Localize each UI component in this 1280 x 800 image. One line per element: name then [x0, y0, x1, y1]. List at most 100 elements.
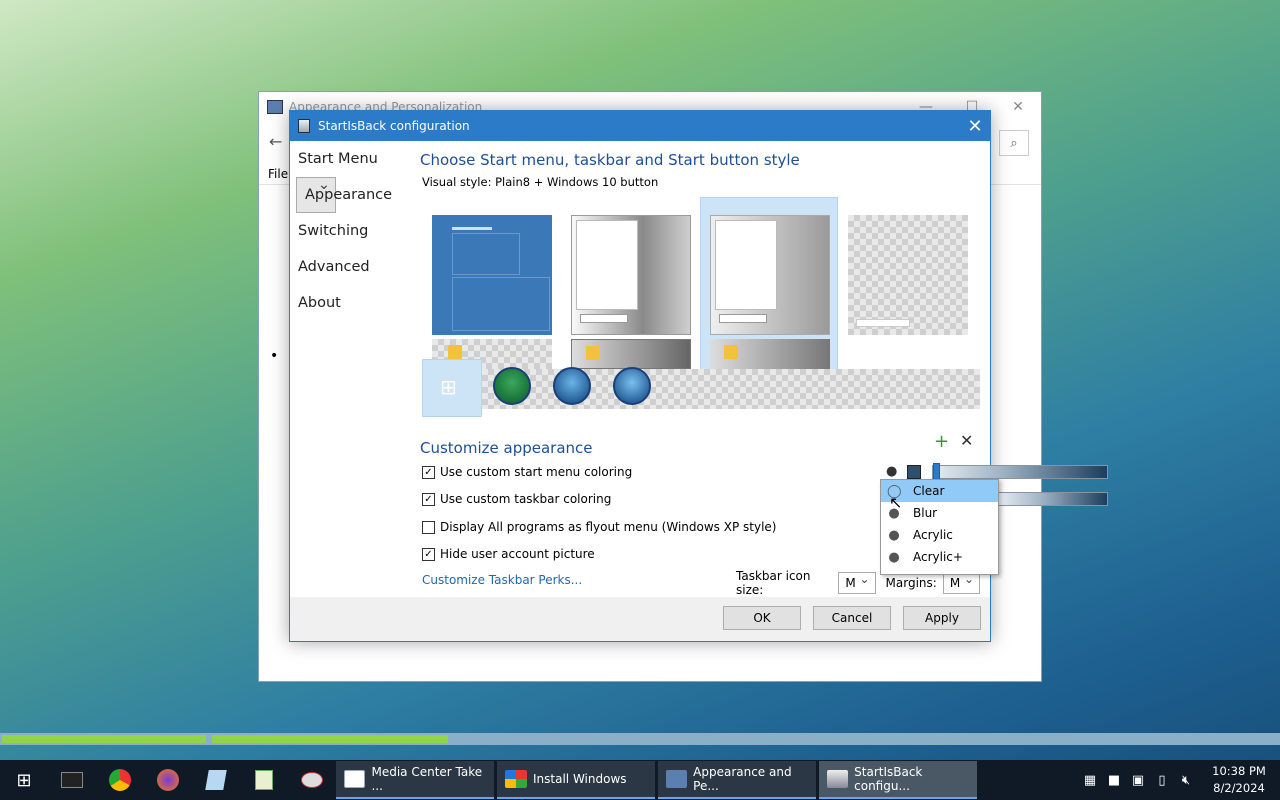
taskbar-icon-size-label: Taskbar icon size: [736, 569, 811, 597]
control-panel-icon [666, 770, 688, 788]
checkbox-label: Use custom taskbar coloring [440, 492, 612, 506]
tray-display-icon[interactable]: ▣ [1126, 773, 1150, 788]
sidebar-item-appearance[interactable]: Appearance [296, 177, 392, 213]
folder-icon [448, 345, 462, 359]
checkbox-flyout-menu[interactable]: Display All programs as flyout menu (Win… [422, 520, 776, 534]
customize-heading: Customize appearance [420, 439, 593, 457]
task-label: Media Center Take ... [371, 765, 483, 793]
cancel-button[interactable]: Cancel [813, 606, 891, 630]
task-appearance[interactable]: Appearance and Pe... [658, 761, 816, 799]
checkbox-custom-start-coloring[interactable]: ✓ Use custom start menu coloring [422, 465, 632, 479]
taskbar: ⊞ Media Center Take ... Install Windows … [0, 760, 1280, 800]
tray-app-icon[interactable]: ▦ [1078, 773, 1102, 788]
apply-button[interactable]: Apply [903, 606, 981, 630]
sidebar-item-advanced[interactable]: Advanced [290, 249, 414, 285]
back-arrow-icon[interactable]: ← [269, 132, 282, 151]
checkbox-box[interactable] [422, 520, 435, 534]
progress-segment [2, 735, 206, 743]
checkbox-box[interactable]: ✓ [422, 492, 435, 506]
windows10-button-icon[interactable]: ⊞ [440, 377, 462, 399]
visual-style-label: Visual style: Plain8 + Windows 10 button [422, 175, 659, 189]
option-label: Acrylic+ [913, 550, 963, 564]
chrome-icon[interactable] [96, 760, 144, 800]
margins-select[interactable]: M [942, 572, 980, 594]
dialog-close-icon[interactable]: ✕ [960, 111, 990, 141]
margins-label: Margins: [885, 576, 937, 590]
style-thumb-gray[interactable] [571, 215, 691, 335]
style-heading: Choose Start menu, taskbar and Start but… [420, 151, 800, 169]
task-label: Appearance and Pe... [693, 765, 792, 793]
checkbox-label: Display All programs as flyout menu (Win… [440, 520, 777, 534]
task-install-windows[interactable]: Install Windows [497, 761, 655, 799]
clover-orb-icon[interactable] [493, 367, 531, 405]
paint-icon[interactable] [288, 760, 336, 800]
usb-icon[interactable]: ▯ [1150, 773, 1174, 788]
search-icon[interactable]: ⌕ [999, 130, 1029, 156]
option-label: Blur [913, 506, 938, 520]
customize-taskbar-perks-link[interactable]: Customize Taskbar Perks... [422, 573, 582, 587]
color-swatch[interactable] [907, 465, 921, 479]
taskbar-color-slider[interactable] [998, 492, 1108, 506]
folder-icon [586, 346, 600, 360]
firefox-icon[interactable] [144, 760, 192, 800]
style-thumb-transparent[interactable] [848, 215, 968, 335]
checkbox-box[interactable]: ✓ [422, 547, 435, 561]
sidebar: Start Menu Appearance Switching Advanced… [290, 141, 414, 321]
checkbox-hide-account-picture[interactable]: ✓ Hide user account picture [422, 547, 595, 561]
style-thumbnails [420, 197, 980, 377]
drop-icon: ● [888, 527, 900, 543]
taskbar-icon-size-select[interactable]: M [838, 572, 876, 594]
checkbox-label: Use custom start menu coloring [440, 465, 633, 479]
window-icon [344, 770, 366, 788]
start-menu-color-slider[interactable] [932, 465, 1108, 479]
checkbox-label: Hide user account picture [440, 547, 595, 561]
option-label: Acrylic [913, 528, 953, 542]
checkbox-box[interactable]: ✓ [422, 465, 435, 479]
option-acrylic[interactable]: ● Acrylic [881, 524, 998, 546]
dialog-footer: OK Cancel Apply [290, 597, 990, 641]
ok-button[interactable]: OK [723, 606, 801, 630]
start-button-styles: ⊞ [420, 359, 980, 417]
control-panel-icon [267, 100, 283, 114]
startisback-app-icon [827, 770, 849, 788]
task-startisback[interactable]: StartIsBack configu... [819, 761, 977, 799]
sidebar-item-start-menu[interactable]: Start Menu [290, 141, 414, 177]
volume-muted-icon[interactable]: 🔇︎ [1174, 773, 1198, 788]
add-icon[interactable]: + [934, 431, 949, 452]
start-button-icon[interactable]: ⊞ [0, 760, 48, 800]
option-acrylic-plus[interactable]: ● Acrylic+ [881, 546, 998, 568]
progress-segment [212, 735, 448, 743]
task-label: Install Windows [533, 772, 627, 786]
dialog-title: StartIsBack configuration [318, 119, 470, 133]
terminal-icon[interactable] [48, 760, 96, 800]
clock-time: 10:38 PM [1212, 764, 1266, 778]
windows-orb-icon[interactable] [613, 367, 651, 405]
remove-icon[interactable]: ✕ [960, 431, 973, 450]
drop-icon: ● [888, 549, 900, 565]
dialog-titlebar: StartIsBack configuration ✕ [290, 111, 990, 141]
sidebar-item-switching[interactable]: Switching [290, 213, 414, 249]
style-thumb-plain8[interactable] [710, 215, 830, 335]
bullet-icon: • [270, 348, 279, 364]
tray-color-icon[interactable]: ■ [1102, 773, 1126, 788]
transparency-drop-icon[interactable]: ● [886, 464, 897, 479]
checkbox-custom-taskbar-coloring[interactable]: ✓ Use custom taskbar coloring [422, 492, 611, 506]
clock-date: 8/2/2024 [1213, 781, 1265, 795]
option-label: Clear [913, 484, 945, 498]
mouse-cursor-icon: ↖ [889, 493, 903, 512]
close-icon[interactable]: ✕ [995, 92, 1041, 122]
progress-strip [0, 733, 1280, 745]
task-label: StartIsBack configu... [854, 765, 923, 793]
sticky-notes-icon[interactable] [192, 760, 240, 800]
notepad-icon[interactable] [240, 760, 288, 800]
sidebar-item-about[interactable]: About [290, 285, 414, 321]
system-tray: ▦ ■ ▣ ▯ 🔇︎ 10:38 PM 8/2/2024 [1078, 760, 1280, 800]
menu-file[interactable]: File [268, 167, 288, 181]
startisback-dialog: StartIsBack configuration ✕ Start Menu A… [289, 110, 1108, 642]
windows-logo-icon [505, 770, 527, 788]
style-thumb-win10[interactable] [432, 215, 552, 335]
clock[interactable]: 10:38 PM 8/2/2024 [1198, 763, 1280, 797]
windows7-orb-icon[interactable] [553, 367, 591, 405]
task-media-center[interactable]: Media Center Take ... [336, 761, 494, 799]
startisback-app-icon [298, 119, 310, 133]
